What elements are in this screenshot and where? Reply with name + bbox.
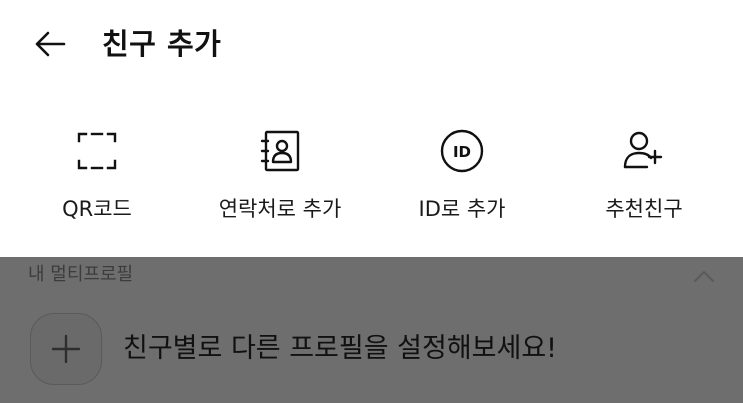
plus-icon [51,334,81,364]
qr-code-label: QR코드 [62,197,132,221]
person-add-icon [619,126,669,176]
add-by-id-option[interactable]: ID ID로 추가 [372,110,552,235]
page-title: 친구 추가 [102,27,222,61]
multi-profile-section: 내 멀티프로필 친구별로 다른 프로필을 설정해보세요! [0,257,743,403]
multi-profile-promo-text: 친구별로 다른 프로필을 설정해보세요! [123,333,558,364]
recommended-friends-label: 추천친구 [605,197,683,221]
arrow-left-icon [35,31,66,57]
add-by-contacts-option[interactable]: 연락처로 추가 [190,110,370,235]
svg-text:ID: ID [453,143,471,161]
contact-book-icon [255,126,305,176]
recommended-friends-option[interactable]: 추천친구 [554,110,734,235]
qr-scan-icon [72,126,122,176]
qr-code-option[interactable]: QR코드 [7,110,187,235]
back-button[interactable] [30,26,70,62]
chevron-up-icon [694,271,714,282]
add-by-id-label: ID로 추가 [418,197,506,221]
add-by-contacts-label: 연락처로 추가 [218,197,342,221]
id-badge-icon: ID [437,126,487,176]
header: 친구 추가 [0,0,743,90]
section-label: 내 멀티프로필 [28,264,134,285]
add-multi-profile-button[interactable] [30,313,102,385]
add-friend-options: QR코드 연락처로 추가 ID ID로 추가 추천친구 [0,110,743,240]
collapse-button[interactable] [688,263,720,289]
